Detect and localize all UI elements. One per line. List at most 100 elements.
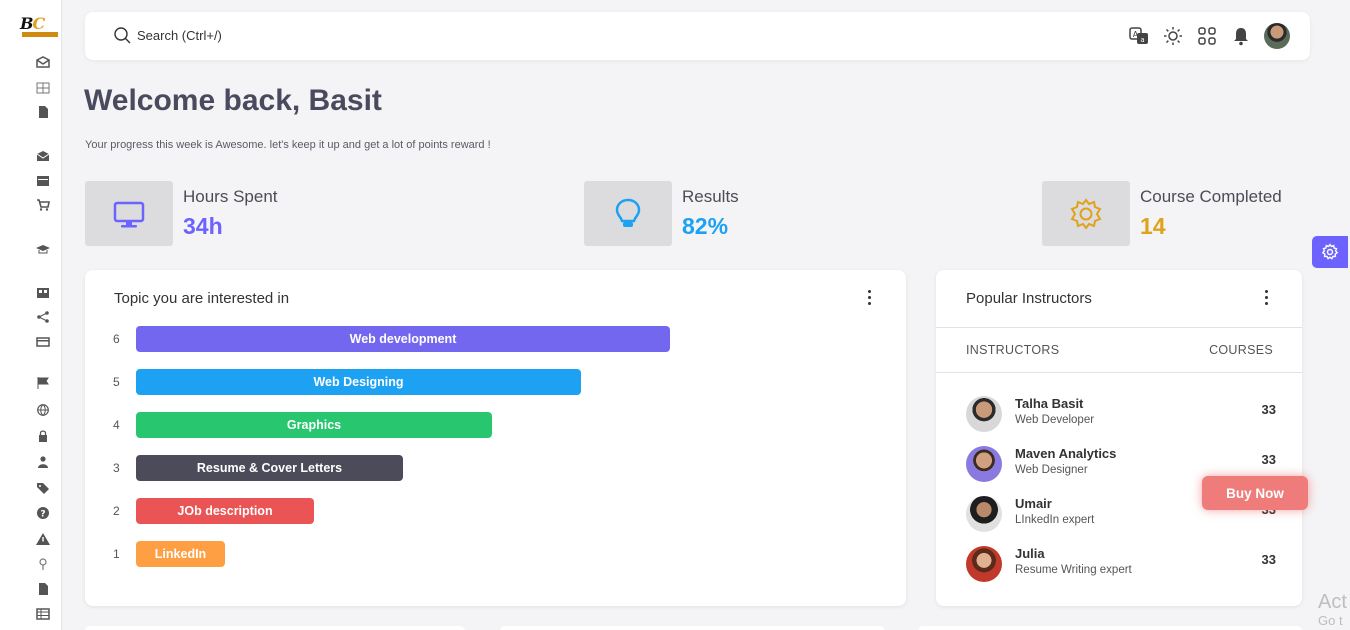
board-icon[interactable] bbox=[36, 287, 50, 299]
instructor-row[interactable]: Julia Resume Writing expert 33 bbox=[966, 544, 1276, 584]
topic-bar[interactable]: Web Designing bbox=[136, 369, 581, 395]
page-title: Welcome back, Basit bbox=[84, 84, 382, 117]
topic-bar-number: 3 bbox=[113, 461, 120, 475]
stat-label: Hours Spent bbox=[183, 187, 278, 206]
mail-icon[interactable] bbox=[36, 56, 50, 68]
page-subtitle: Your progress this week is Awesome. let'… bbox=[85, 139, 491, 151]
calendar-icon[interactable] bbox=[36, 175, 50, 187]
topics-title: Topic you are interested in bbox=[114, 290, 290, 307]
search-placeholder: Search (Ctrl+/) bbox=[137, 27, 222, 43]
flag-icon[interactable] bbox=[36, 377, 50, 389]
globe-icon[interactable] bbox=[36, 404, 50, 416]
instructor-name: Talha Basit bbox=[1015, 396, 1084, 411]
svg-text:A: A bbox=[1133, 30, 1139, 39]
instructor-courses: 33 bbox=[1261, 552, 1276, 567]
topic-bar[interactable]: Resume & Cover Letters bbox=[136, 455, 403, 481]
search-icon bbox=[114, 27, 131, 44]
topic-bar[interactable]: JOb description bbox=[136, 498, 314, 524]
tag-icon[interactable] bbox=[36, 482, 50, 494]
more-options-icon[interactable] bbox=[864, 290, 874, 308]
svg-text:?: ? bbox=[40, 510, 45, 520]
stat-icon-box bbox=[1042, 181, 1130, 246]
avatar bbox=[966, 396, 1002, 432]
customizer-settings-button[interactable] bbox=[1312, 236, 1348, 268]
instructor-role: LInkedIn expert bbox=[1015, 514, 1095, 526]
watermark-line-2: Go t bbox=[1318, 613, 1343, 628]
warning-icon[interactable] bbox=[36, 533, 50, 545]
stat-icon-box bbox=[85, 181, 173, 246]
envelope-icon[interactable] bbox=[36, 150, 50, 162]
table-icon[interactable] bbox=[36, 608, 50, 620]
topic-bar[interactable]: LinkedIn bbox=[136, 541, 225, 567]
instructor-name: Umair bbox=[1015, 496, 1052, 511]
sidebar: BC ? bbox=[0, 0, 62, 630]
topic-bar-row: 5 Web Designing bbox=[113, 369, 581, 395]
share-icon[interactable] bbox=[36, 311, 50, 323]
column-header-instructors: INSTRUCTORS bbox=[966, 343, 1060, 357]
cart-icon[interactable] bbox=[36, 199, 50, 211]
instructors-title: Popular Instructors bbox=[966, 290, 1092, 307]
logo[interactable]: BC bbox=[20, 14, 60, 40]
lightbulb-icon bbox=[615, 198, 641, 227]
sun-icon[interactable] bbox=[1162, 25, 1184, 47]
stat-value: 82% bbox=[682, 213, 729, 239]
stat-value: 14 bbox=[1140, 213, 1166, 239]
topic-bar-row: 2 JOb description bbox=[113, 498, 314, 524]
svg-text:a: a bbox=[1140, 36, 1144, 44]
topic-bar[interactable]: Graphics bbox=[136, 412, 492, 438]
search-input[interactable]: Search (Ctrl+/) bbox=[113, 26, 222, 44]
stat-hours-spent: Hours Spent 34h bbox=[85, 181, 278, 246]
stat-value: 34h bbox=[183, 213, 223, 239]
gear-icon bbox=[1070, 197, 1102, 230]
topic-bar-row: 3 Resume & Cover Letters bbox=[113, 455, 403, 481]
watermark-line-1: Act bbox=[1318, 591, 1347, 613]
topic-bar-number: 4 bbox=[113, 418, 120, 432]
gear-icon bbox=[1321, 243, 1339, 260]
layout-icon[interactable] bbox=[36, 82, 50, 94]
stat-label: Course Completed bbox=[1140, 187, 1282, 206]
instructor-row[interactable]: Talha Basit Web Developer 33 bbox=[966, 394, 1276, 434]
top-bar: Search (Ctrl+/) Aa bbox=[85, 12, 1310, 60]
logo-underline bbox=[22, 32, 58, 37]
instructor-courses: 33 bbox=[1261, 402, 1276, 417]
instructor-courses: 33 bbox=[1261, 452, 1276, 467]
card-icon[interactable] bbox=[36, 336, 50, 348]
topic-bar-number: 5 bbox=[113, 375, 120, 389]
buy-now-button[interactable]: Buy Now bbox=[1202, 476, 1308, 510]
bottom-card bbox=[500, 626, 885, 630]
lock-icon[interactable] bbox=[36, 430, 50, 442]
bottom-card bbox=[918, 626, 1302, 630]
activate-windows-watermark: Act Go t bbox=[1318, 590, 1347, 628]
translate-icon[interactable]: Aa bbox=[1128, 25, 1150, 47]
topic-bar-row: 6 Web development bbox=[113, 326, 670, 352]
topic-bar-row: 1 LinkedIn bbox=[113, 541, 225, 567]
instructors-card: Popular Instructors INSTRUCTORS COURSES … bbox=[936, 270, 1302, 606]
user-icon[interactable] bbox=[36, 456, 50, 468]
apps-grid-icon[interactable] bbox=[1196, 25, 1218, 47]
monitor-icon bbox=[113, 201, 145, 227]
stat-course-completed: Course Completed 14 bbox=[1042, 181, 1282, 246]
document-icon[interactable] bbox=[36, 583, 50, 595]
instructor-name: Maven Analytics bbox=[1015, 446, 1117, 461]
bell-icon[interactable] bbox=[1230, 25, 1252, 47]
topic-bar-number: 2 bbox=[113, 504, 120, 518]
file-icon[interactable] bbox=[36, 106, 50, 118]
topic-bar-number: 1 bbox=[113, 547, 120, 561]
user-avatar[interactable] bbox=[1264, 23, 1290, 49]
bottom-card bbox=[85, 626, 465, 630]
avatar bbox=[966, 546, 1002, 582]
pin-icon[interactable] bbox=[36, 558, 50, 570]
topic-bar-number: 6 bbox=[113, 332, 120, 346]
logo-text: BC bbox=[20, 14, 45, 33]
graduation-cap-icon[interactable] bbox=[36, 243, 50, 255]
more-options-icon[interactable] bbox=[1261, 290, 1271, 308]
topic-bar[interactable]: Web development bbox=[136, 326, 670, 352]
stat-icon-box bbox=[584, 181, 672, 246]
topics-card: Topic you are interested in 6 Web develop… bbox=[85, 270, 906, 606]
top-icons: Aa bbox=[1128, 23, 1290, 49]
topic-bar-row: 4 Graphics bbox=[113, 412, 492, 438]
instructor-role: Resume Writing expert bbox=[1015, 564, 1132, 576]
avatar bbox=[966, 446, 1002, 482]
help-icon[interactable]: ? bbox=[36, 507, 50, 519]
avatar bbox=[966, 496, 1002, 532]
